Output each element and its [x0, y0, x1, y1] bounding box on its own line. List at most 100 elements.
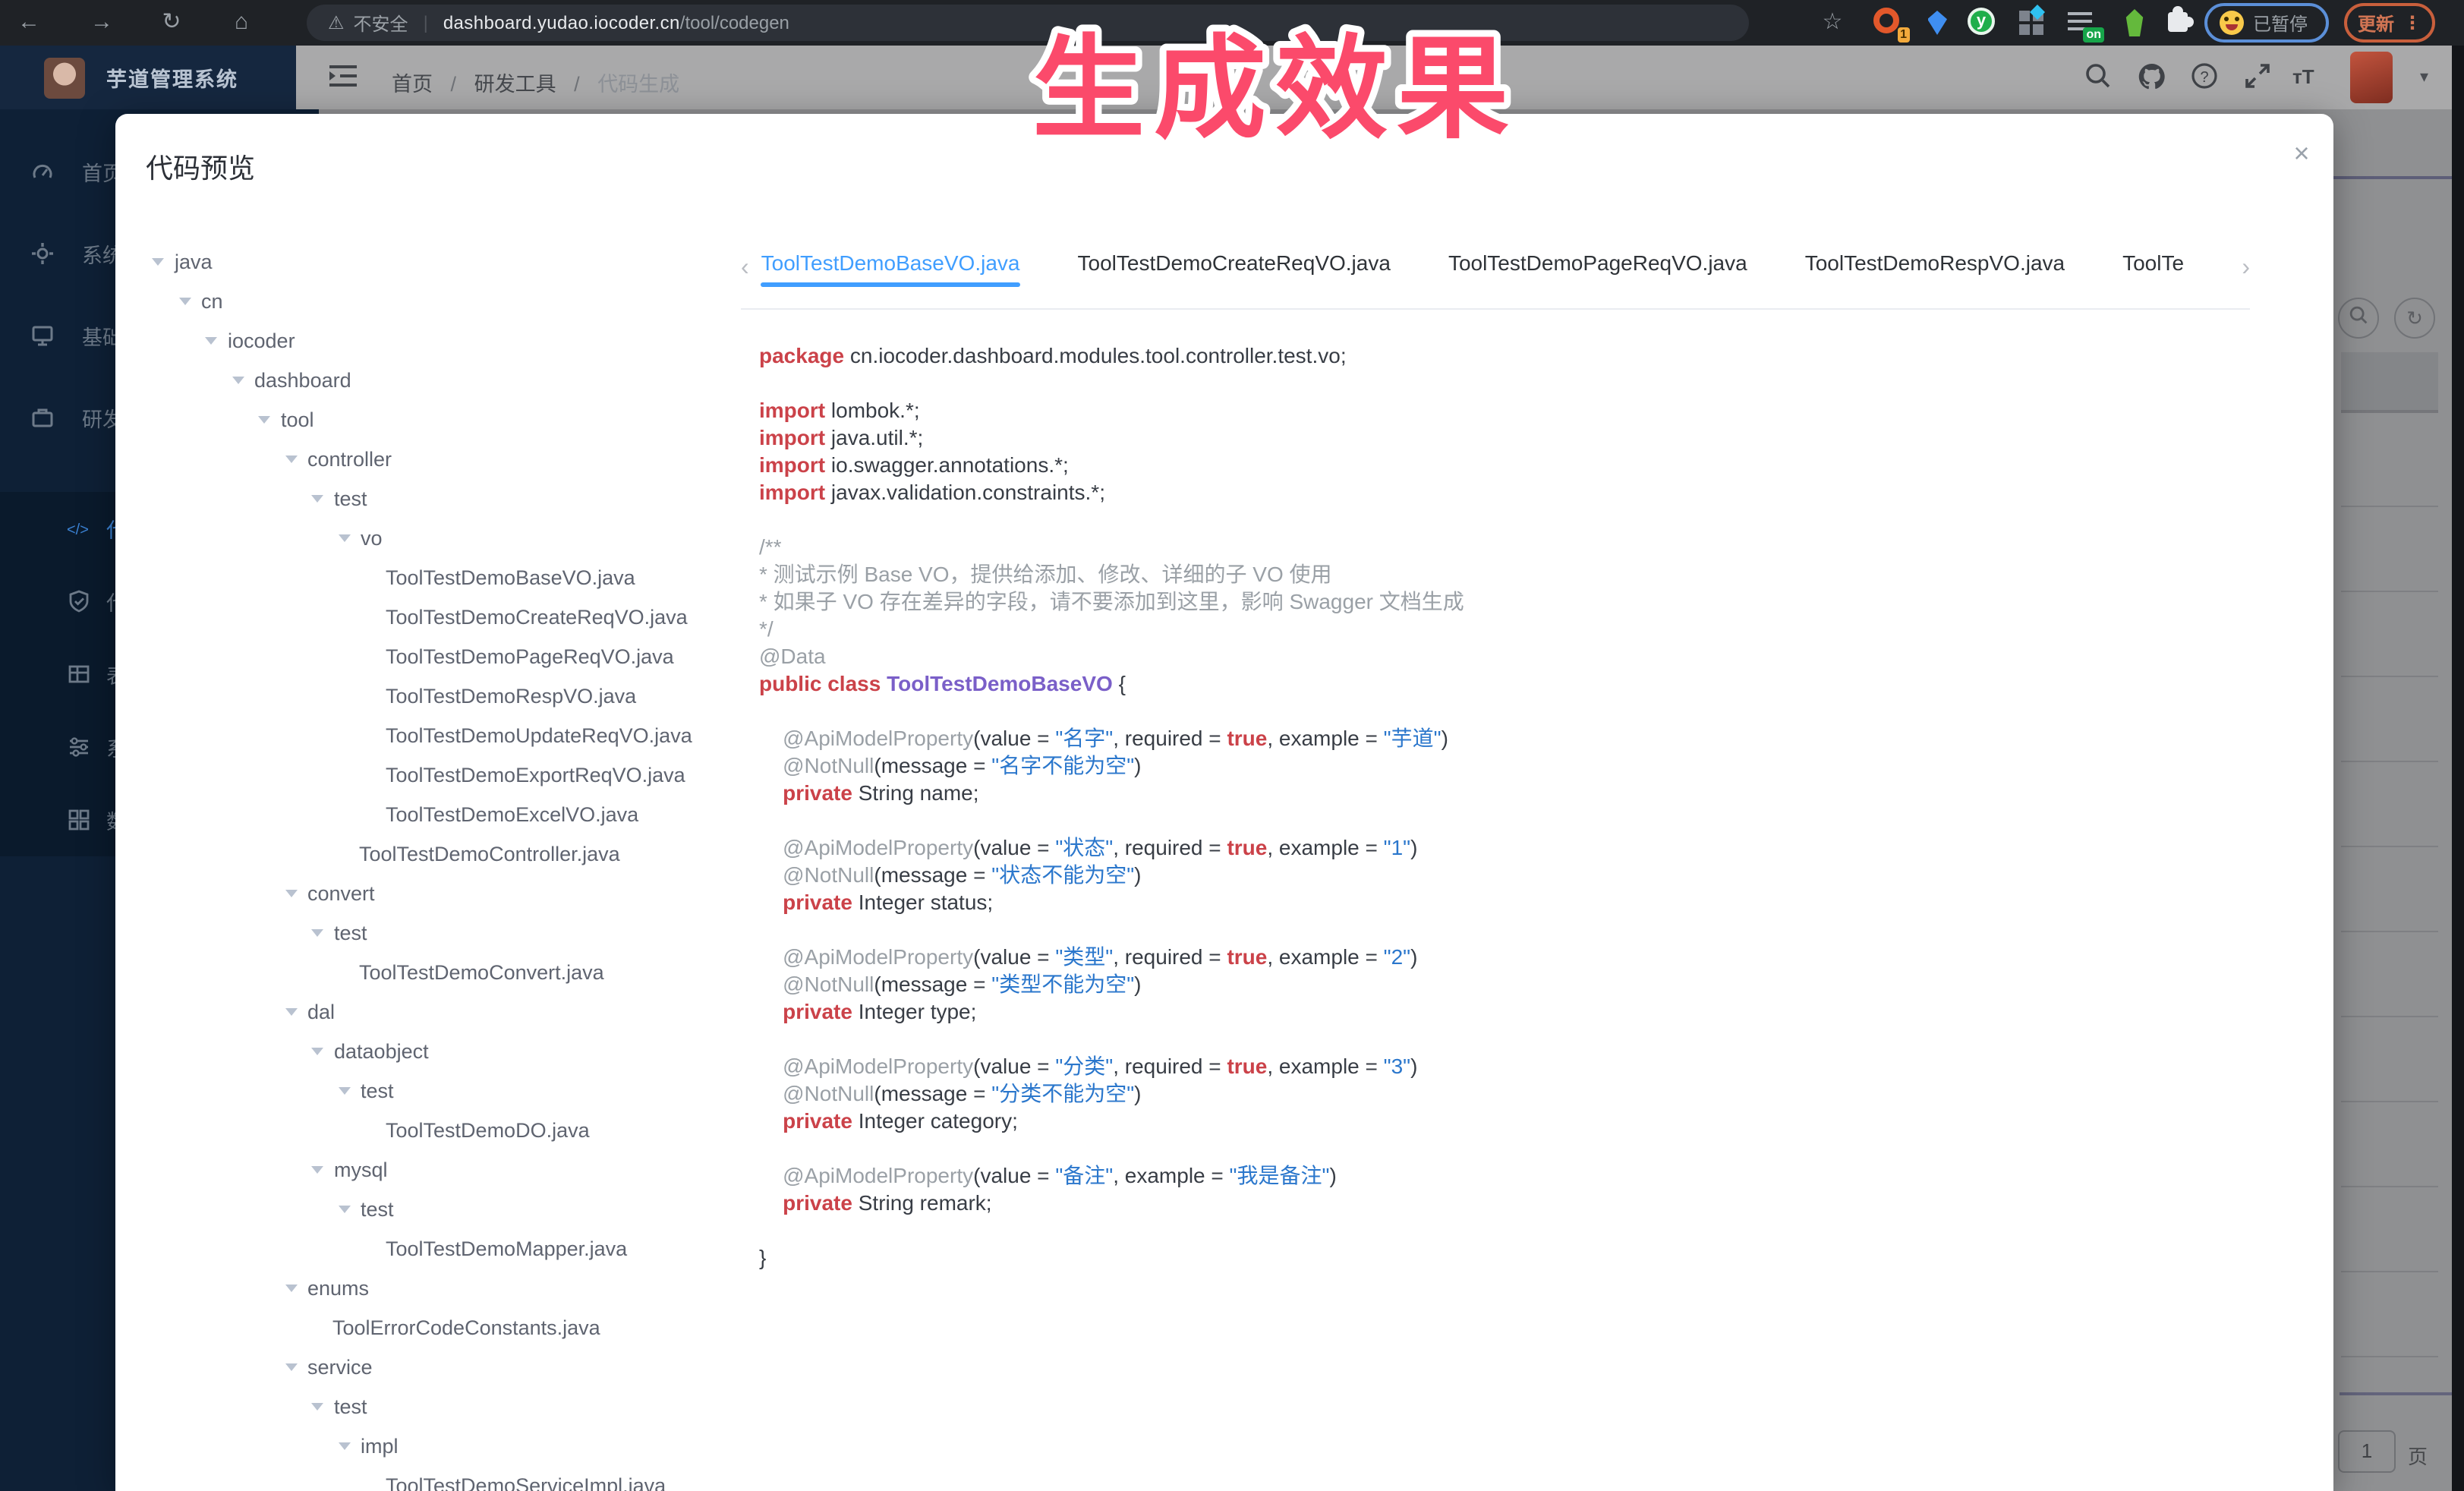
tree-file[interactable]: ToolTestDemoExcelVO.java	[128, 794, 735, 834]
caret-down-icon[interactable]	[285, 1284, 297, 1291]
browser-reload-icon[interactable]: ↻	[155, 6, 188, 39]
tree-file[interactable]: ToolTestDemoDO.java	[128, 1110, 735, 1149]
help-icon[interactable]: ?	[2191, 62, 2218, 90]
caret-down-icon[interactable]	[258, 415, 270, 423]
github-icon[interactable]	[2138, 62, 2166, 91]
tree-folder[interactable]: service	[128, 1347, 735, 1386]
file-tab[interactable]: ToolTestDemoCreateReqVO.java	[1078, 251, 1391, 287]
caret-down-icon[interactable]	[152, 257, 164, 265]
tree-folder[interactable]: test	[128, 1070, 735, 1110]
caret-down-icon[interactable]	[285, 1363, 297, 1370]
browser-forward-icon[interactable]: →	[85, 6, 118, 39]
close-icon[interactable]: ×	[2283, 135, 2320, 172]
app-logo[interactable]: 芋道管理系统	[0, 46, 296, 109]
avatar-caret-icon[interactable]: ▾	[2420, 67, 2428, 87]
tree-file[interactable]: ToolTestDemoRespVO.java	[128, 676, 735, 715]
tabs-scroll-left-icon[interactable]: ‹	[741, 255, 749, 282]
hamburger-icon[interactable]	[329, 64, 357, 88]
tree-file[interactable]: ToolTestDemoController.java	[128, 834, 735, 873]
caret-down-icon[interactable]	[178, 297, 191, 304]
extension-list-icon[interactable]: on	[2068, 8, 2098, 38]
tree-file[interactable]: ToolTestDemoBaseVO.java	[128, 557, 735, 597]
code-line	[759, 1025, 1464, 1052]
tree-folder[interactable]: convert	[128, 873, 735, 913]
code-line: }	[759, 1244, 1464, 1271]
page-number-input[interactable]: 1	[2338, 1430, 2396, 1473]
tree-folder[interactable]: vo	[128, 518, 735, 557]
extension-green-icon[interactable]: y	[1968, 8, 1998, 38]
caret-down-icon[interactable]	[338, 1086, 350, 1094]
code-view[interactable]: package cn.iocoder.dashboard.modules.too…	[759, 342, 1464, 1271]
file-tab[interactable]: ToolTestDemoRespVO.java	[1805, 251, 2065, 287]
extension-gem-icon[interactable]	[1922, 8, 1952, 38]
browser-home-icon[interactable]: ⌂	[225, 6, 258, 39]
tree-folder[interactable]: test	[128, 478, 735, 518]
tree-file[interactable]: ToolTestDemoServiceImpl.java	[128, 1465, 735, 1491]
tree-file[interactable]: ToolTestDemoMapper.java	[128, 1228, 735, 1268]
extension-puzzle-icon[interactable]	[2162, 8, 2192, 38]
extension-grid-icon[interactable]	[2019, 8, 2050, 38]
code-line: private Integer type;	[759, 998, 1464, 1025]
caret-down-icon[interactable]	[285, 455, 297, 462]
bookmark-star-icon[interactable]: ☆	[1816, 6, 1849, 39]
tree-folder[interactable]: test	[128, 913, 735, 952]
annotation-banner: 生成效果	[1014, 0, 1637, 164]
tree-folder[interactable]: dal	[128, 991, 735, 1031]
code-line: private String remark;	[759, 1189, 1464, 1216]
caret-down-icon[interactable]	[311, 928, 323, 936]
tree-label: dal	[307, 1000, 335, 1023]
caret-down-icon[interactable]	[285, 1007, 297, 1015]
tree-folder[interactable]: iocoder	[128, 320, 735, 360]
table-search-button[interactable]	[2338, 298, 2379, 339]
tree-folder[interactable]: test	[128, 1189, 735, 1228]
tree-folder[interactable]: impl	[128, 1426, 735, 1465]
tree-label: ToolTestDemoRespVO.java	[386, 684, 636, 707]
table-refresh-button[interactable]: ↻	[2394, 298, 2435, 339]
breadcrumb-home[interactable]: 首页	[392, 73, 433, 96]
extension-plant-icon[interactable]	[2119, 8, 2150, 38]
tree-folder[interactable]: controller	[128, 439, 735, 478]
tabs-scroll-right-icon[interactable]: ›	[2242, 255, 2250, 282]
security-label[interactable]: 不安全	[354, 10, 408, 36]
tree-folder[interactable]: cn	[128, 281, 735, 320]
tree-folder[interactable]: tool	[128, 399, 735, 439]
menu-dots-icon[interactable]: ⋮	[2403, 12, 2421, 33]
caret-down-icon[interactable]	[285, 889, 297, 897]
tree-folder[interactable]: enums	[128, 1268, 735, 1307]
caret-down-icon[interactable]	[338, 1442, 350, 1449]
user-avatar[interactable]	[2350, 52, 2393, 103]
caret-down-icon[interactable]	[311, 1165, 323, 1173]
browser-update-button[interactable]: 更新⋮	[2344, 3, 2435, 43]
extension-ring-icon[interactable]: 1	[1873, 8, 1904, 38]
caret-down-icon[interactable]	[205, 336, 217, 344]
search-icon[interactable]	[2084, 62, 2112, 90]
tree-folder[interactable]: dataobject	[128, 1031, 735, 1070]
caret-down-icon[interactable]	[311, 494, 323, 502]
breadcrumb-current: 代码生成	[597, 73, 679, 96]
caret-down-icon[interactable]	[311, 1047, 323, 1054]
file-tab[interactable]: ToolTe	[2122, 251, 2184, 287]
browser-back-icon[interactable]: ←	[12, 6, 46, 39]
file-tab[interactable]: ToolTestDemoPageReqVO.java	[1448, 251, 1747, 287]
fullscreen-icon[interactable]	[2244, 62, 2271, 90]
caret-down-icon[interactable]	[232, 376, 244, 383]
font-size-icon[interactable]: тT	[2292, 65, 2314, 88]
tree-file[interactable]: ToolTestDemoExportReqVO.java	[128, 755, 735, 794]
file-tab[interactable]: ToolTestDemoBaseVO.java	[761, 251, 1020, 287]
app-logo-icon	[44, 57, 85, 98]
breadcrumb-tools[interactable]: 研发工具	[474, 73, 556, 96]
profile-paused-button[interactable]: 已暂停	[2204, 3, 2329, 43]
tree-folder[interactable]: mysql	[128, 1149, 735, 1189]
caret-down-icon[interactable]	[338, 1205, 350, 1212]
tree-folder[interactable]: dashboard	[128, 360, 735, 399]
tree-file[interactable]: ToolTestDemoCreateReqVO.java	[128, 597, 735, 636]
tree-folder[interactable]: test	[128, 1386, 735, 1426]
tree-folder[interactable]: java	[128, 241, 735, 281]
caret-down-icon[interactable]	[338, 534, 350, 541]
code-line	[759, 697, 1464, 724]
tree-file[interactable]: ToolTestDemoPageReqVO.java	[128, 636, 735, 676]
tree-file[interactable]: ToolTestDemoConvert.java	[128, 952, 735, 991]
tree-file[interactable]: ToolErrorCodeConstants.java	[128, 1307, 735, 1347]
tree-file[interactable]: ToolTestDemoUpdateReqVO.java	[128, 715, 735, 755]
caret-down-icon[interactable]	[311, 1402, 323, 1410]
